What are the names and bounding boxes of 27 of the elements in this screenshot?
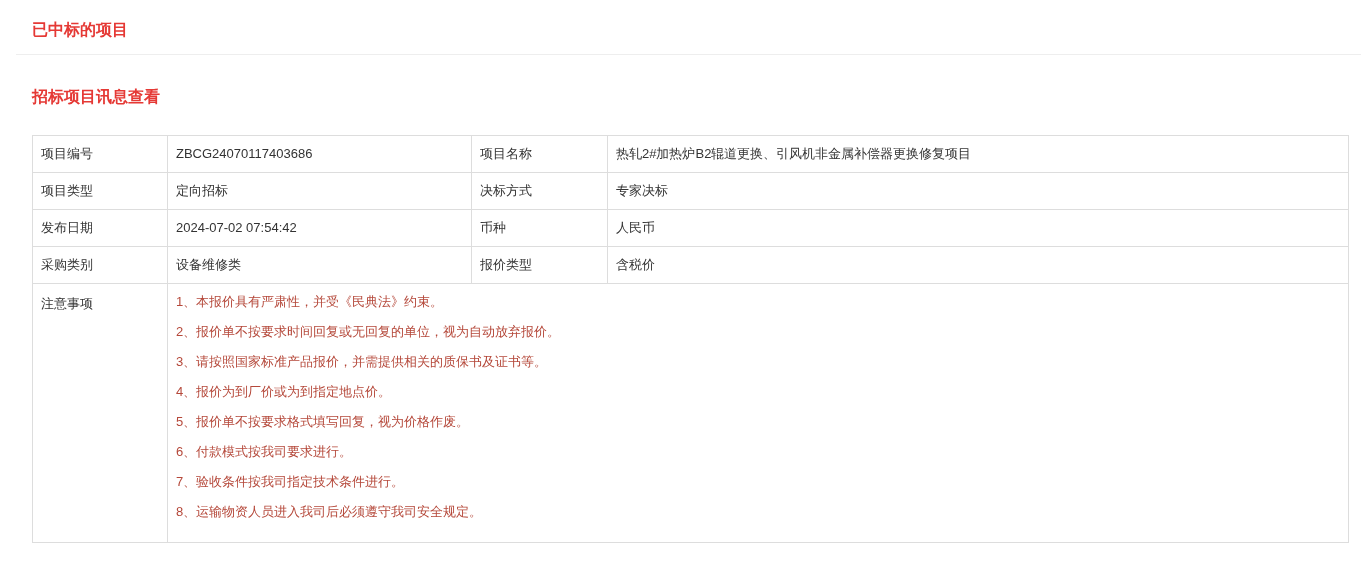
table-cell: 报价类型 <box>471 246 608 284</box>
table-cell: 人民币 <box>607 209 1349 247</box>
table-cell: 项目编号 <box>32 135 168 173</box>
table-cell: 注意事项 <box>32 283 168 543</box>
notice-item: 1、本报价具有严肃性，并受《民典法》约束。 <box>176 293 444 311</box>
notice-item: 7、验收条件按我司指定技术条件进行。 <box>176 473 405 491</box>
notice-item: 5、报价单不按要求格式填写回复，视为价格作废。 <box>176 413 470 431</box>
table-cell: 热轧2#加热炉B2辊道更换、引风机非金属补偿器更换修复项目 <box>607 135 1349 173</box>
table-cell: ZBCG24070117403686 <box>167 135 472 173</box>
table-cell: 决标方式 <box>471 172 608 210</box>
notice-item: 3、请按照国家标准产品报价，并需提供相关的质保书及证书等。 <box>176 353 548 371</box>
table-cell: 含税价 <box>607 246 1349 284</box>
table-cell: 项目名称 <box>471 135 608 173</box>
table-cell: 币种 <box>471 209 608 247</box>
table-cell: 设备维修类 <box>167 246 472 284</box>
page-title: 已中标的项目 <box>32 20 128 40</box>
notice-item: 8、运输物资人员进入我司后必须遵守我司安全规定。 <box>176 503 483 521</box>
table-cell: 项目类型 <box>32 172 168 210</box>
notice-item: 2、报价单不按要求时间回复或无回复的单位，视为自动放弃报价。 <box>176 323 561 341</box>
notice-item: 4、报价为到厂价或为到指定地点价。 <box>176 383 392 401</box>
table-cell: 定向招标 <box>167 172 472 210</box>
table-cell: 采购类别 <box>32 246 168 284</box>
section-title: 招标项目讯息查看 <box>32 88 160 105</box>
table-cell: 专家决标 <box>607 172 1349 210</box>
table-cell: 2024-07-02 07:54:42 <box>167 209 472 247</box>
table-cell: 发布日期 <box>32 209 168 247</box>
notice-item: 6、付款模式按我司要求进行。 <box>176 443 353 461</box>
